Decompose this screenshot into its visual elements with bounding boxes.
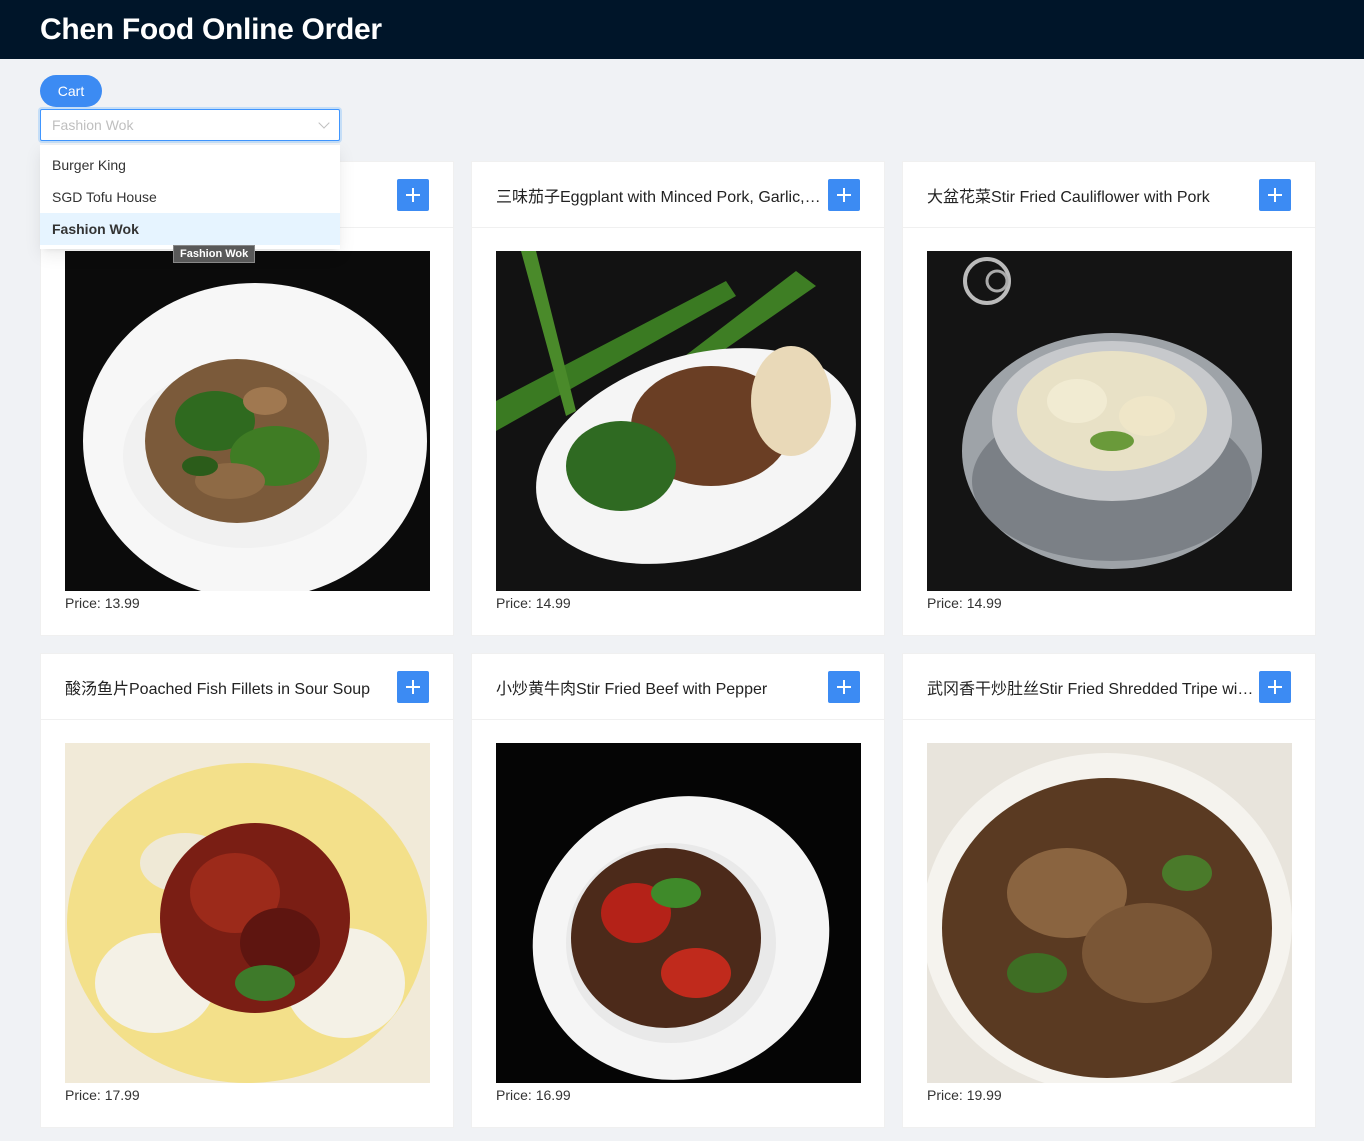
dish-photo [65,743,430,1083]
menu-card: 小炒黄牛肉Stir Fried Beef with Pepper Price: … [471,653,885,1128]
dish-photo [927,743,1292,1083]
dish-price: Price: 16.99 [496,1087,571,1103]
dish-photo [65,251,430,591]
dish-photo [496,251,861,591]
restaurant-select[interactable]: Fashion Wok [40,109,340,141]
option-fashion-wok[interactable]: Fashion Wok [40,213,340,245]
dish-name: 小炒黄牛肉Stir Fried Beef with Pepper [496,680,768,698]
card-header: 武冈香干炒肚丝Stir Fried Shredded Tripe with Dr… [903,654,1315,720]
app-title: Chen Food Online Order [40,12,382,46]
restaurant-dropdown: Burger King SGD Tofu House Fashion Wok [40,145,340,249]
menu-card: 三味茄子Eggplant with Minced Pork, Garlic, C… [471,161,885,636]
option-burger-king[interactable]: Burger King [40,149,340,181]
restaurant-select-value: Fashion Wok [52,117,134,133]
option-tooltip: Fashion Wok [173,245,256,263]
cart-button[interactable]: Cart [40,75,102,107]
add-to-cart-button[interactable] [1259,670,1291,703]
dish-price: Price: 14.99 [927,595,1002,611]
dish-name: 武冈香干炒肚丝Stir Fried Shredded Tripe with Dr… [927,680,1259,698]
card-header: 小炒黄牛肉Stir Fried Beef with Pepper [472,654,884,720]
dish-name: 大盆花菜Stir Fried Cauliflower with Pork [927,188,1210,206]
dish-photo [927,251,1292,591]
option-sgd-tofu-house[interactable]: SGD Tofu House [40,181,340,213]
chevron-down-icon [318,117,330,129]
card-header: 酸汤鱼片Poached Fish Fillets in Sour Soup [41,654,453,720]
dish-name: 三味茄子Eggplant with Minced Pork, Garlic, C… [496,188,828,206]
card-header: 大盆花菜Stir Fried Cauliflower with Pork [903,162,1315,228]
dish-price: Price: 17.99 [65,1087,140,1103]
dish-price: Price: 19.99 [927,1087,1002,1103]
card-header: 三味茄子Eggplant with Minced Pork, Garlic, C… [472,162,884,228]
add-to-cart-button[interactable] [828,670,860,703]
add-to-cart-button[interactable] [828,178,860,211]
app-header: Chen Food Online Order [0,0,1364,59]
dish-price: Price: 14.99 [496,595,571,611]
dish-photo [496,743,861,1083]
add-to-cart-button[interactable] [397,670,429,703]
dish-name: 酸汤鱼片Poached Fish Fillets in Sour Soup [65,680,371,698]
dish-price: Price: 13.99 [65,595,140,611]
add-to-cart-button[interactable] [1259,178,1291,211]
add-to-cart-button[interactable] [397,178,429,211]
menu-card: 武冈香干炒肚丝Stir Fried Shredded Tripe with Dr… [902,653,1316,1128]
menu-card: 酸汤鱼片Poached Fish Fillets in Sour Soup Pr… [40,653,454,1128]
menu-card: 大盆花菜Stir Fried Cauliflower with Pork Pri… [902,161,1316,636]
